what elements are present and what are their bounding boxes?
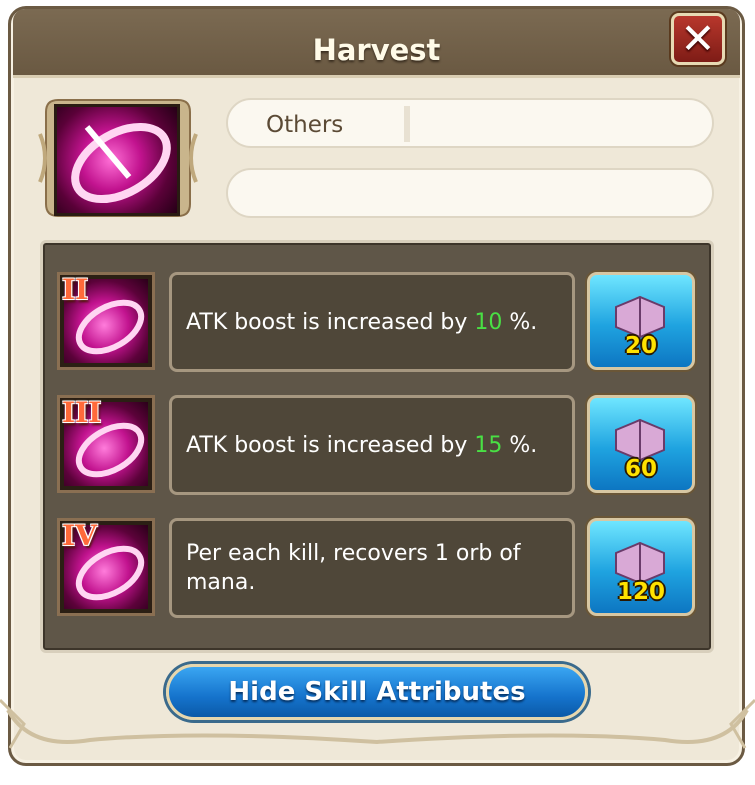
upgrade-cost-button[interactable]: 60 (587, 395, 695, 493)
rank-iv-skill-icon: IV (57, 518, 155, 616)
category-pill: Others (226, 98, 714, 148)
rank-label: III (62, 396, 102, 429)
description-text: Per each kill, recovers 1 orb of mana. (186, 541, 521, 595)
info-pill (226, 168, 714, 218)
rank-iii-skill-icon: III (57, 395, 155, 493)
rank-label: IV (62, 519, 97, 552)
pill-divider (404, 106, 410, 142)
bottom-ornament (0, 698, 755, 749)
cost-value: 120 (616, 579, 665, 605)
description-suffix: %. (502, 309, 538, 335)
cost-value: 20 (624, 333, 657, 359)
upgrade-cost-button[interactable]: 20 (587, 272, 695, 370)
upgrade-description: ATK boost is increased by 10 %. (169, 272, 575, 372)
dialog-header: Harvest (13, 9, 740, 78)
boost-value: 10 (474, 309, 503, 335)
dialog-title: Harvest (312, 33, 441, 67)
description-text: ATK boost is increased by (186, 432, 475, 458)
boost-value: 15 (474, 432, 503, 458)
description-suffix: %. (502, 432, 538, 458)
close-x-icon: ✕ (680, 14, 716, 63)
rank-ii-skill-icon: II (57, 272, 155, 370)
upgrade-description: ATK boost is increased by 15 %. (169, 395, 575, 495)
cost-value: 60 (624, 456, 657, 482)
description-text: ATK boost is increased by (186, 309, 475, 335)
close-button[interactable]: ✕ (671, 13, 725, 65)
upgrade-cost-button[interactable]: 120 (587, 518, 695, 616)
category-label: Others (266, 112, 344, 138)
rank-label: II (62, 273, 89, 306)
harvest-skill-icon (54, 104, 180, 216)
upgrade-description: Per each kill, recovers 1 orb of mana. (169, 518, 575, 618)
